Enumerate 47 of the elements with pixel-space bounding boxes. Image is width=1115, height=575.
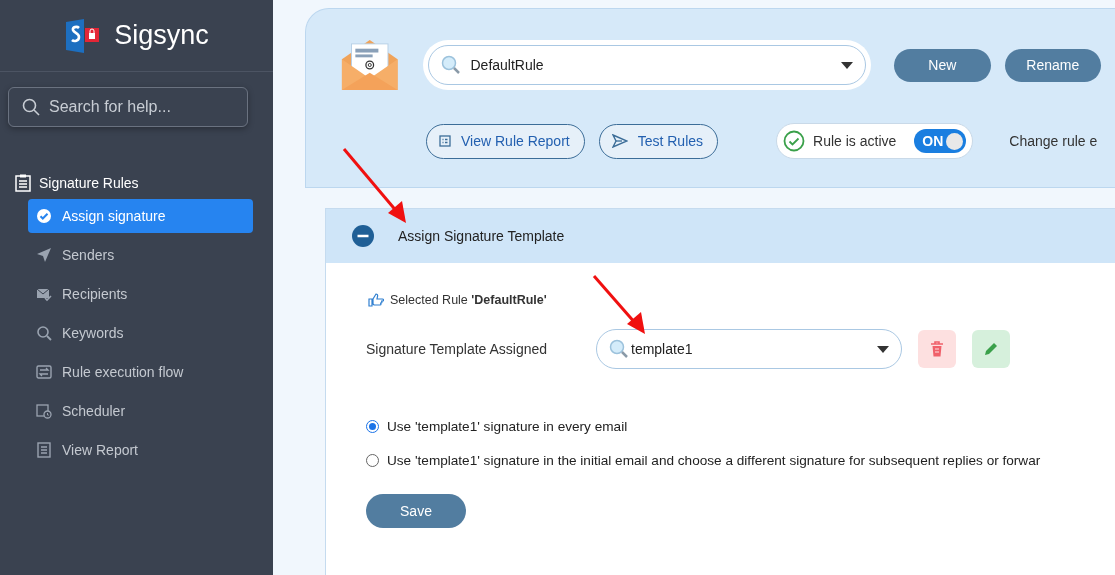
send-icon: [611, 134, 628, 148]
caret-icon: [877, 345, 889, 353]
active-toggle-label: Rule is active: [813, 133, 897, 149]
change-rule-text: Change rule e: [1009, 133, 1098, 149]
nav-item[interactable]: Rule execution flow: [28, 355, 253, 389]
nav-item[interactable]: Senders: [28, 238, 253, 272]
nav-item-icon: [36, 247, 52, 263]
report-icon: [439, 135, 451, 147]
section-title: Assign Signature Template: [398, 228, 565, 244]
template-label: Signature Template Assigned: [366, 341, 549, 357]
pointing-hand-icon: [368, 293, 384, 307]
nav-item-icon: [36, 208, 52, 224]
nav-item-icon: [36, 364, 52, 380]
nav-item[interactable]: Recipients: [28, 277, 253, 311]
help-search-field[interactable]: Search for help...: [8, 87, 248, 127]
nav-item[interactable]: Scheduler: [28, 394, 253, 428]
nav-section-title: Signature Rules: [39, 175, 139, 191]
edit-button[interactable]: [972, 330, 1010, 368]
action-button[interactable]: Test Rules: [598, 123, 719, 159]
selected-rule-text: Selected Rule 'DefaultRule': [390, 293, 547, 307]
clipboard-icon: [15, 174, 31, 192]
envelope-icon: [340, 37, 400, 93]
section-header[interactable]: Assign Signature Template: [326, 209, 1115, 263]
header-button[interactable]: New: [894, 48, 991, 82]
nav-item-icon: [36, 442, 52, 458]
save-button[interactable]: Save: [366, 494, 466, 528]
nav-item-icon: [36, 286, 52, 302]
radio-label: Use 'template1' signature in every email: [387, 419, 628, 434]
radio-label: Use 'template1' signature in the initial email and choose a different signature for subsequent replies or forwar: [387, 453, 1041, 468]
caret-icon: [841, 61, 854, 69]
minus-circle-icon[interactable]: [352, 225, 374, 247]
action-button[interactable]: View Rule Report: [426, 123, 585, 159]
pencil-icon: [983, 341, 999, 357]
nav-item-icon: [36, 403, 52, 419]
nav-item-icon: [36, 325, 52, 341]
check-circle-icon: [783, 130, 806, 152]
search-icon: [609, 339, 629, 359]
nav-item[interactable]: Assign signature: [28, 199, 253, 233]
brand-name: Sigsync: [114, 20, 209, 51]
trash-icon: [930, 341, 944, 357]
nav-item[interactable]: Keywords: [28, 316, 253, 350]
search-icon: [22, 98, 40, 116]
header-button[interactable]: Rename: [1004, 48, 1101, 82]
active-toggle-switch[interactable]: ON: [914, 129, 967, 153]
nav-item[interactable]: View Report: [28, 433, 253, 467]
delete-button[interactable]: [918, 330, 956, 368]
search-icon: [440, 55, 461, 75]
